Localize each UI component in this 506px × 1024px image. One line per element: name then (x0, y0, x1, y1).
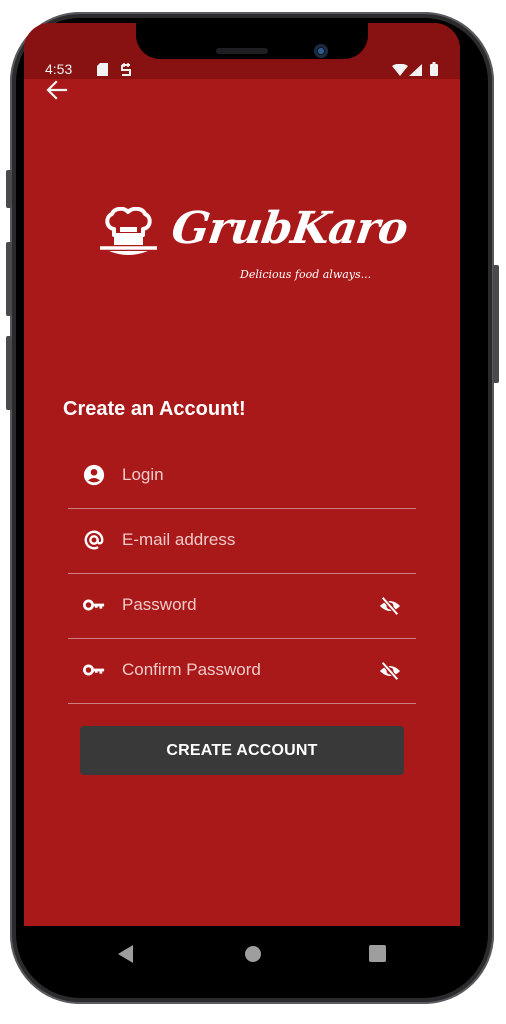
password-input[interactable] (122, 593, 362, 617)
login-input[interactable] (122, 463, 362, 487)
wifi-icon (392, 64, 408, 76)
power-button (493, 265, 499, 383)
brand-name: GrubKaro (168, 203, 411, 254)
battery-icon (430, 62, 438, 76)
speaker (216, 48, 268, 54)
create-account-button[interactable]: CREATE ACCOUNT (80, 726, 404, 775)
status-time: 4:53 (45, 61, 73, 77)
eye-off-icon[interactable] (378, 660, 402, 682)
key-icon (83, 664, 105, 676)
navigation-bar (0, 926, 506, 986)
side-button-top (6, 170, 12, 208)
recents-square-icon[interactable] (369, 945, 386, 962)
email-input[interactable] (122, 528, 362, 552)
email-field (68, 508, 416, 574)
confirm-password-input[interactable] (122, 658, 362, 682)
chef-hat-icon (100, 207, 157, 255)
volume-up-button (6, 242, 12, 316)
app-screen: 4:53 GrubKaro Delicious food always... C… (24, 23, 460, 926)
confirm-password-field (68, 638, 416, 704)
account-circle-icon (83, 464, 105, 486)
front-camera (314, 44, 328, 58)
sd-card-icon (97, 63, 108, 76)
brand-logo: GrubKaro Delicious food always... (100, 201, 410, 291)
login-field (68, 443, 416, 509)
back-arrow-icon[interactable] (44, 78, 72, 102)
volume-down-button (6, 336, 12, 410)
password-field (68, 573, 416, 639)
home-circle-icon[interactable] (244, 945, 262, 963)
brand-tagline: Delicious food always... (240, 268, 372, 281)
key-icon (83, 599, 105, 611)
at-sign-icon (84, 530, 104, 550)
page-title: Create an Account! (63, 398, 246, 420)
eye-off-icon[interactable] (378, 595, 402, 617)
back-triangle-icon[interactable] (117, 944, 135, 964)
sim-icon (121, 63, 131, 76)
signal-icon (409, 64, 422, 76)
